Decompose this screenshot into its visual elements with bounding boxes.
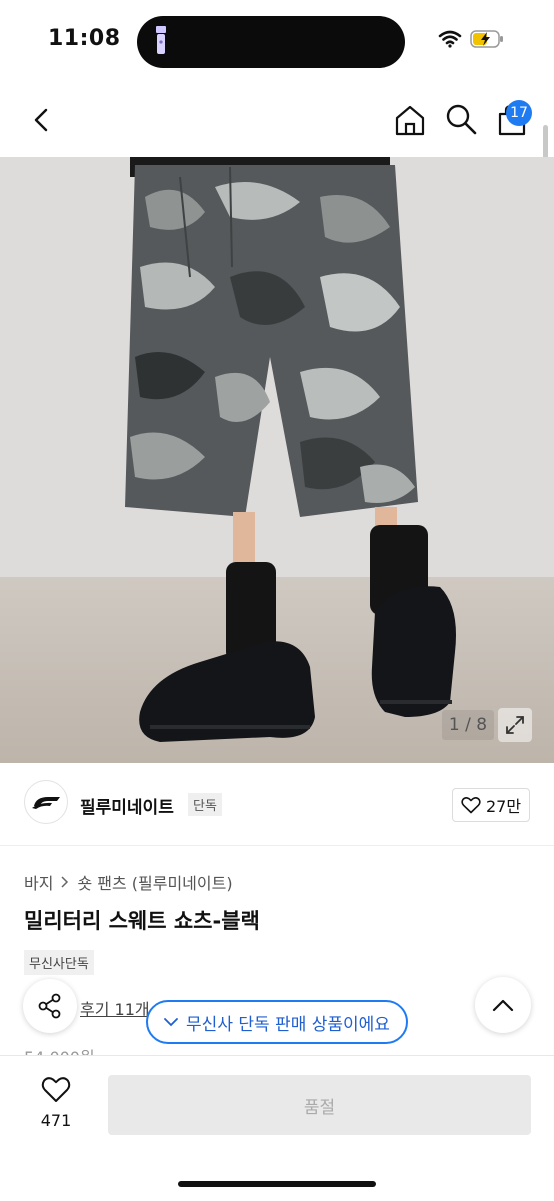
wifi-icon — [438, 30, 462, 48]
scroll-top-button[interactable] — [475, 977, 531, 1033]
status-time: 11:08 — [48, 26, 121, 51]
flashlight-icon — [156, 26, 166, 54]
heart-icon — [461, 797, 481, 814]
chevron-up-icon — [492, 999, 514, 1012]
brand-exclusive-badge: 단독 — [188, 793, 222, 816]
wishlist-button[interactable]: 471 — [26, 1076, 86, 1130]
brand-row: 필루미네이트 단독 27만 — [0, 770, 554, 840]
product-image[interactable] — [0, 157, 554, 763]
breadcrumb: 바지 숏 팬츠 (필루미네이트) — [24, 870, 233, 894]
home-icon[interactable] — [392, 102, 428, 138]
breadcrumb-category[interactable]: 바지 — [24, 870, 53, 894]
bottom-bar: 471 품절 — [0, 1055, 554, 1201]
cart-count-badge: 17 — [506, 100, 532, 126]
share-button[interactable] — [23, 979, 77, 1033]
brand-like-count: 27만 — [485, 797, 522, 816]
top-nav: 17 — [0, 84, 554, 158]
exclusive-toast: 무신사 단독 판매 상품이에요 — [146, 1000, 408, 1044]
expand-image-button[interactable] — [498, 708, 532, 742]
wishlist-count: 471 — [40, 1111, 72, 1130]
chevron-right-icon — [61, 876, 69, 888]
dynamic-island — [137, 16, 405, 68]
back-icon[interactable] — [26, 104, 58, 136]
product-title: 밀리터리 스웨트 쇼츠-블랙 — [24, 909, 260, 933]
brand-like-button[interactable]: 27만 — [452, 788, 530, 822]
breadcrumb-subcategory[interactable]: 숏 팬츠 (필루미네이트) — [77, 870, 232, 894]
brand-logo-mark — [32, 797, 60, 809]
brand-logo[interactable] — [24, 780, 68, 824]
exclusive-tag: 무신사단독 — [24, 950, 94, 975]
image-counter: 1 / 8 — [442, 710, 494, 740]
home-indicator — [178, 1181, 376, 1187]
check-icon — [164, 1018, 178, 1027]
exclusive-toast-text: 무신사 단독 판매 상품이에요 — [186, 1014, 390, 1035]
heart-icon — [41, 1077, 71, 1102]
expand-icon — [506, 716, 524, 734]
battery-icon — [470, 30, 503, 48]
product-photo — [0, 157, 554, 763]
status-bar: 11:08 — [0, 0, 554, 84]
sold-out-button[interactable]: 품절 — [108, 1075, 531, 1135]
divider — [0, 845, 554, 846]
status-icons — [438, 30, 504, 48]
review-link[interactable]: 후기 11개 — [80, 996, 150, 1020]
search-icon[interactable] — [444, 102, 478, 136]
brand-name[interactable]: 필루미네이트 — [80, 793, 174, 818]
share-icon — [38, 993, 61, 1019]
